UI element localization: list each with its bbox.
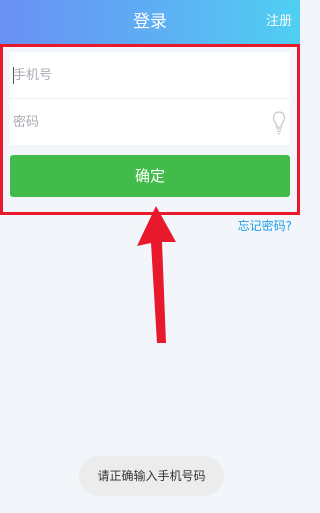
page-title: 登录 — [133, 12, 167, 32]
forgot-password-link[interactable]: 忘记密码? — [238, 217, 292, 234]
annotation-highlight-box — [0, 44, 300, 215]
toast-message: 请正确输入手机号码 — [79, 456, 224, 496]
top-bar: 登录 注册 — [0, 0, 300, 44]
register-link[interactable]: 注册 — [266, 0, 292, 44]
